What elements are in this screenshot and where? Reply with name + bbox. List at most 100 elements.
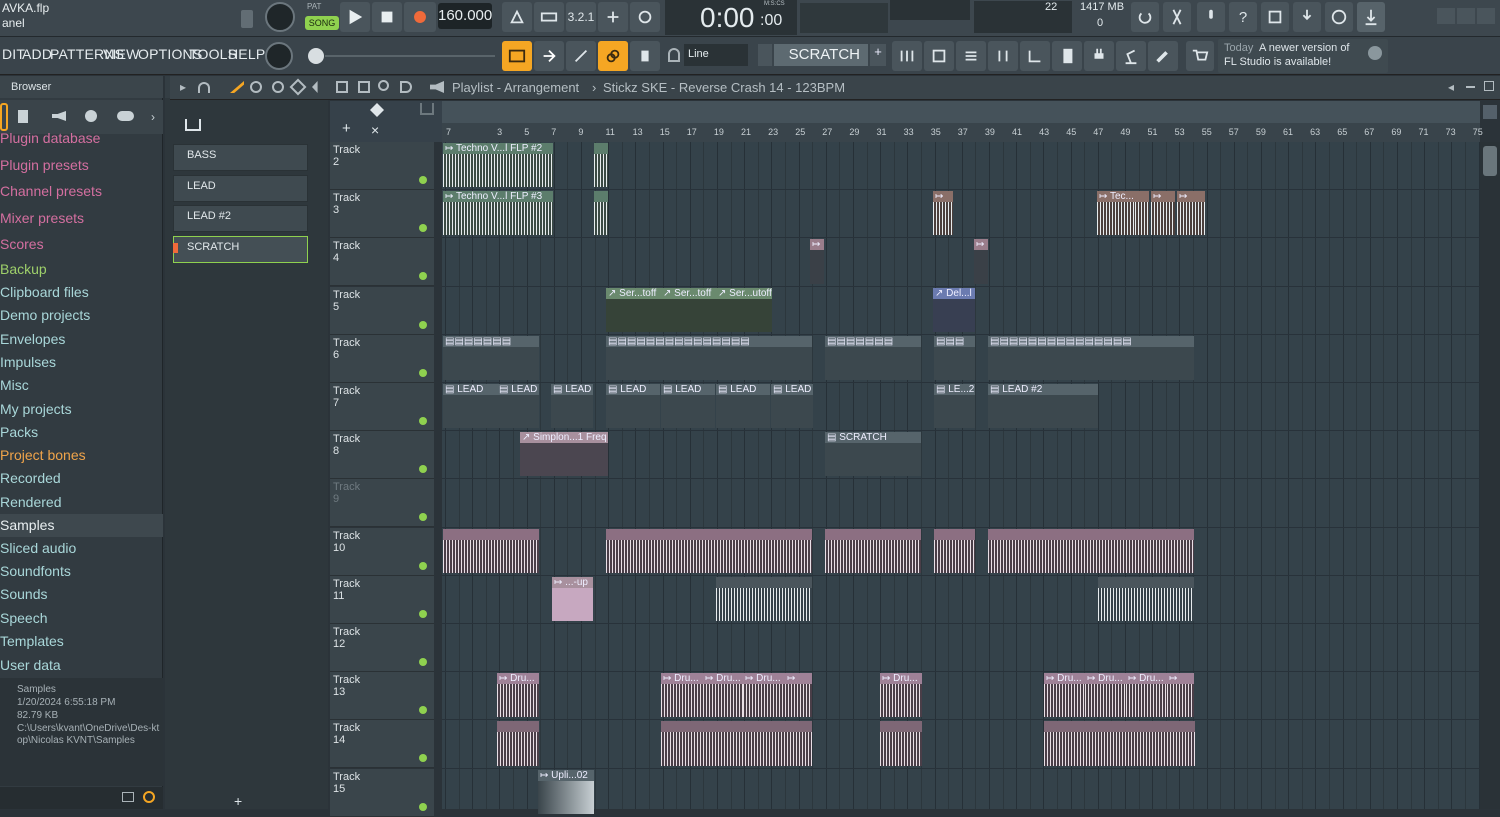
slice-icon[interactable] <box>336 81 348 93</box>
playlist-clip[interactable]: ↦ <box>810 239 824 284</box>
select-icon[interactable] <box>358 81 370 93</box>
playlist-clip[interactable] <box>988 528 1194 573</box>
playlist-clip[interactable]: ↦ <box>1177 191 1205 236</box>
song-mode-toggle[interactable]: SONG <box>305 16 339 30</box>
track-mute-led[interactable] <box>419 417 427 425</box>
play-button[interactable] <box>340 2 370 32</box>
playlist-clip[interactable]: ▤ LEAD <box>606 384 660 429</box>
browser-item-rendered[interactable]: Rendered <box>0 492 62 512</box>
browser-item-plugin-presets[interactable]: Plugin presets <box>0 155 89 175</box>
tempo-display[interactable]: 160.000 <box>438 3 492 29</box>
pattern-selector[interactable]: SCRATCH <box>774 44 868 66</box>
file-icon[interactable] <box>18 110 28 123</box>
playlist-clip[interactable]: ↦ Dru... <box>661 673 703 718</box>
project-icon[interactable] <box>1052 41 1082 71</box>
playlist-clip[interactable]: ▤ LEAD <box>716 384 770 429</box>
channel-rack-icon[interactable] <box>956 41 986 71</box>
playlist-clip[interactable]: ↗ Del...l <box>933 287 975 332</box>
cloud-icon[interactable] <box>117 111 134 121</box>
playback-icon[interactable] <box>400 81 412 93</box>
playlist-clip[interactable]: ▤▤▤▤▤▤▤▤▤▤▤▤▤▤▤ <box>988 335 1194 380</box>
add-pattern-button[interactable]: + <box>870 44 886 66</box>
channel-scratch[interactable]: SCRATCH <box>173 236 308 263</box>
close-x-icon[interactable]: × <box>371 122 379 138</box>
zoom-slider[interactable] <box>1483 105 1497 119</box>
scrollbar-thumb[interactable] <box>1483 146 1497 176</box>
playlist-clip[interactable]: ▤ LE...2 <box>934 384 975 429</box>
snap-select[interactable]: Line <box>684 44 748 66</box>
export-icon[interactable] <box>1293 2 1321 32</box>
browser-item-samples[interactable]: Samples <box>0 515 54 535</box>
playlist-clip[interactable]: ▤▤▤▤▤▤▤▤▤▤▤▤▤▤▤ <box>606 335 812 380</box>
browser-item-sliced-audio[interactable]: Sliced audio <box>0 538 76 558</box>
mixer-view-icon[interactable] <box>892 41 922 71</box>
magnet-snap-icon[interactable] <box>198 82 210 93</box>
arrow-right-icon[interactable] <box>534 41 564 71</box>
playlist-clip[interactable]: ↦ Dru... <box>1044 673 1086 718</box>
pattern-prev-icon[interactable] <box>758 44 772 66</box>
picker-pattern-icon[interactable] <box>185 119 201 131</box>
browser-item-envelopes[interactable]: Envelopes <box>0 329 65 349</box>
browser-item-templates[interactable]: Templates <box>0 631 64 651</box>
track-mute-led[interactable] <box>419 368 427 377</box>
master-volume-knob[interactable] <box>265 2 295 32</box>
chat-icon[interactable] <box>1325 2 1353 32</box>
browser-item-sounds[interactable]: Sounds <box>0 584 47 604</box>
playlist-clip[interactable]: ↦ <box>1151 191 1175 236</box>
browser-item-mixer-presets[interactable]: Mixer presets <box>0 208 84 228</box>
close-icon[interactable] <box>1477 8 1495 24</box>
playlist-clip[interactable]: ▤▤▤▤▤▤▤ <box>443 335 539 380</box>
playlist-clip[interactable]: ↗ Ser...toff <box>661 287 716 332</box>
playlist-clip[interactable]: ▤▤▤ <box>934 335 975 380</box>
track-mute-led[interactable] <box>419 802 427 811</box>
playlist-clip[interactable] <box>1098 576 1194 621</box>
add-track-button[interactable]: + <box>342 120 351 137</box>
browser-item-user-data[interactable]: User data <box>0 655 61 675</box>
plugin-icon[interactable] <box>1084 41 1114 71</box>
piano-roll-icon[interactable] <box>924 41 954 71</box>
playlist-close-icon[interactable] <box>1484 81 1494 91</box>
master-pitch-knob[interactable] <box>265 42 293 70</box>
add-channel-button[interactable]: + <box>234 793 242 809</box>
browser-item-channel-presets[interactable]: Channel presets <box>0 181 102 201</box>
globe-icon[interactable] <box>1368 46 1382 60</box>
playlist-clip[interactable]: ▤ LEAD <box>551 384 593 429</box>
playlist-clip[interactable]: ↦ Dru... <box>703 673 745 718</box>
playlist-clip[interactable]: ↗ Simplon...1 Freq <box>520 432 608 477</box>
undo-icon[interactable] <box>1131 2 1159 32</box>
playlist-clip[interactable]: ▤ SCRATCH <box>825 432 921 477</box>
brush-icon[interactable] <box>566 41 596 71</box>
save-icon[interactable] <box>1261 2 1289 32</box>
record-button[interactable] <box>404 2 436 32</box>
playlist-clip[interactable]: ▤ LEAD <box>443 384 497 429</box>
help-icon[interactable]: ? <box>1229 2 1257 32</box>
playlist-clip[interactable]: ▤ LEAD <box>771 384 813 429</box>
playlist-clip[interactable]: ↦ Tec... <box>1097 191 1135 236</box>
playlist-clip[interactable]: ↗ Ser...toff <box>606 287 661 332</box>
track-mute-led[interactable] <box>419 561 427 570</box>
browser-item-soundfonts[interactable]: Soundfonts <box>0 561 71 581</box>
playlist-clip[interactable]: ↦ Dru... <box>1085 673 1127 718</box>
pattern-mode-icon[interactable] <box>420 103 434 115</box>
globe-tab-icon[interactable] <box>85 110 97 122</box>
playlist-clip[interactable]: ↦ <box>1167 673 1194 718</box>
minimize-icon[interactable] <box>1437 8 1455 24</box>
browser-item-plugin-database[interactable]: Plugin database <box>0 128 100 148</box>
playlist-clip[interactable] <box>880 721 922 766</box>
browser-item-misc[interactable]: Misc <box>0 375 29 395</box>
chevron-right-icon[interactable]: › <box>151 110 155 124</box>
playlist-clip[interactable]: ↦ ...-up <box>552 576 593 621</box>
browser-item-backup[interactable]: Backup <box>0 259 47 279</box>
playlist-clip[interactable]: ↦ Dru... <box>1126 673 1168 718</box>
playlist-clip[interactable]: ▤▤▤▤▤▤▤ <box>825 335 921 380</box>
playlist-arrow-icon[interactable]: ▸ <box>180 80 186 94</box>
master-slider[interactable] <box>308 48 324 64</box>
playlist-clip[interactable]: ▤ LEAD <box>497 384 539 429</box>
playlist-clip[interactable] <box>594 143 608 188</box>
channel-bass[interactable]: BASS <box>173 144 308 171</box>
menu-add[interactable]: ADD <box>22 46 52 62</box>
playlist-clip[interactable]: ↦ Techno V...l FLP #3 <box>443 191 553 236</box>
download-icon[interactable] <box>1357 2 1385 32</box>
playlist-clip[interactable] <box>443 528 539 573</box>
settings-icon[interactable] <box>241 10 253 28</box>
